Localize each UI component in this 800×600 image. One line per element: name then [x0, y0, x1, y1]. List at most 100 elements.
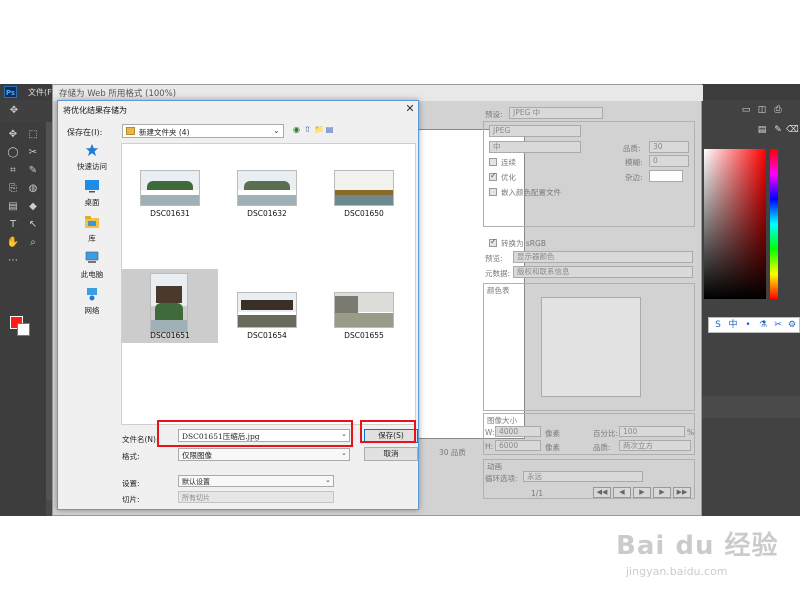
- resample-select[interactable]: 两次立方: [619, 440, 691, 451]
- stamp-tool-icon[interactable]: ⎘: [5, 182, 21, 196]
- move-tool-icon[interactable]: ✥: [5, 128, 21, 142]
- close-icon[interactable]: ✕: [402, 102, 418, 116]
- places-bar: 快速访问 桌面 库 此电脑 网络: [63, 141, 121, 419]
- menu-file[interactable]: 文件(F): [28, 87, 55, 98]
- file-thumbnail[interactable]: DSC01632: [219, 162, 315, 236]
- view-menu-icon[interactable]: ▤: [325, 125, 334, 135]
- width-input[interactable]: 4000: [495, 426, 541, 437]
- quality-input[interactable]: 30: [649, 141, 689, 153]
- ime-scissors-icon[interactable]: ✂: [771, 319, 785, 332]
- matte-label: 杂边:: [625, 173, 643, 182]
- place-this-pc[interactable]: 此电脑: [63, 251, 121, 287]
- gradient-tool-icon[interactable]: ▤: [5, 200, 21, 214]
- image-size-label: 图像大小: [487, 416, 517, 425]
- slices-label: 切片:: [122, 495, 140, 504]
- slice-tool-icon[interactable]: ⌗: [5, 164, 21, 178]
- filename-highlight: [157, 420, 353, 447]
- width-unit: 像素: [545, 429, 560, 438]
- panel-icon[interactable]: ⌫: [786, 124, 799, 136]
- resample-label: 品质:: [593, 443, 611, 452]
- back-icon[interactable]: ◉: [292, 125, 301, 135]
- format-select[interactable]: 仅限图像 ⌄: [178, 448, 350, 461]
- layers-panel-row: [700, 396, 800, 418]
- percent-unit: %: [687, 428, 695, 437]
- settings-select[interactable]: 默认设置 ⌄: [178, 475, 334, 487]
- file-list: DSC01631 DSC01632 DSC01650 DSC01651 DSC0…: [121, 143, 416, 425]
- eraser-tool-icon[interactable]: ◍: [25, 182, 41, 196]
- place-quick-access[interactable]: 快速访问: [63, 143, 121, 179]
- move-tool-icon[interactable]: ✥: [6, 104, 22, 118]
- ime-chinese-icon[interactable]: 中: [726, 319, 740, 332]
- play-button[interactable]: ▶: [633, 487, 651, 498]
- background-color-swatch[interactable]: [17, 323, 30, 336]
- brush-tool-icon[interactable]: ✎: [25, 164, 41, 178]
- color-table-label: 颜色表: [487, 286, 510, 295]
- format-select[interactable]: JPEG: [489, 125, 581, 137]
- prev-frame-button[interactable]: ◀: [613, 487, 631, 498]
- settings-label: 设置:: [122, 479, 140, 488]
- loop-select[interactable]: 永远: [523, 471, 643, 482]
- blur-input[interactable]: 0: [649, 155, 689, 167]
- path-select-tool-icon[interactable]: ↖: [25, 218, 41, 232]
- ime-settings-icon[interactable]: ⚙: [785, 319, 799, 332]
- convert-srgb-label: 转换为 sRGB: [501, 239, 546, 248]
- file-thumbnail[interactable]: DSC01650: [316, 162, 412, 236]
- file-name: DSC01651: [150, 331, 190, 340]
- network-icon: [87, 288, 97, 301]
- place-desktop[interactable]: 桌面: [63, 179, 121, 215]
- ime-punct-icon[interactable]: •: [741, 319, 755, 332]
- baidu-watermark-url: jingyan.baidu.com: [626, 565, 728, 578]
- marquee-tool-icon[interactable]: ⬚: [25, 128, 41, 142]
- place-label: 网络: [84, 306, 100, 315]
- panel-icon[interactable]: ◫: [756, 104, 768, 116]
- new-folder-icon[interactable]: 📁: [314, 125, 324, 135]
- panel-icon[interactable]: ▭: [740, 104, 752, 116]
- save-button-highlight: [360, 420, 416, 443]
- crop-tool-icon[interactable]: ✂: [25, 146, 41, 160]
- panel-icon[interactable]: ✎: [772, 124, 784, 136]
- convert-srgb-checkbox[interactable]: [489, 237, 497, 247]
- file-thumbnail[interactable]: DSC01654: [219, 284, 315, 358]
- place-network[interactable]: 网络: [63, 287, 121, 323]
- hand-tool-icon[interactable]: ✋: [5, 236, 21, 250]
- slices-select[interactable]: 所有切片: [178, 491, 334, 503]
- folder-select[interactable]: 新建文件夹 (4) ⌄: [122, 124, 284, 138]
- desktop-icon: [85, 180, 99, 193]
- zoom-tool-icon[interactable]: ⌕: [25, 236, 41, 250]
- cancel-button[interactable]: 取消: [364, 447, 418, 461]
- hue-slider[interactable]: [770, 149, 778, 299]
- percent-input[interactable]: 100: [619, 426, 685, 437]
- file-thumbnail[interactable]: DSC01631: [122, 162, 218, 236]
- photo-thumbnail: [150, 273, 188, 333]
- matte-swatch[interactable]: [649, 170, 683, 182]
- percent-label: 百分比:: [593, 429, 619, 438]
- panel-icon[interactable]: ▤: [756, 124, 768, 136]
- first-frame-button[interactable]: ◀◀: [593, 487, 611, 498]
- preview-select[interactable]: 显示器颜色: [513, 251, 693, 263]
- color-picker-field[interactable]: [704, 149, 766, 299]
- file-thumbnail[interactable]: DSC01655: [316, 284, 412, 358]
- next-frame-button[interactable]: ▶: [653, 487, 671, 498]
- embed-profile-checkbox[interactable]: [489, 188, 497, 196]
- place-library[interactable]: 库: [63, 215, 121, 251]
- metadata-select[interactable]: 版权和联系信息: [513, 266, 693, 278]
- up-folder-icon[interactable]: ⇧: [303, 125, 312, 135]
- optimized-checkbox[interactable]: [489, 171, 497, 181]
- animation-label: 动画: [487, 462, 502, 471]
- pen-tool-icon[interactable]: ◆: [25, 200, 41, 214]
- ime-logo-icon[interactable]: S: [711, 319, 725, 332]
- more-tools-icon[interactable]: ⋯: [5, 254, 21, 268]
- photo-thumbnail: [334, 292, 394, 328]
- panel-icon[interactable]: ⎙: [772, 104, 784, 116]
- progressive-checkbox[interactable]: [489, 158, 497, 166]
- height-input[interactable]: 6000: [495, 440, 541, 451]
- file-thumbnail-selected[interactable]: DSC01651: [122, 269, 218, 343]
- ime-tools-icon[interactable]: ⚗: [756, 319, 770, 332]
- embed-profile-label: 嵌入颜色配置文件: [501, 188, 561, 197]
- type-tool-icon[interactable]: T: [5, 218, 21, 232]
- filename-label: 文件名(N):: [122, 435, 159, 444]
- last-frame-button[interactable]: ▶▶: [673, 487, 691, 498]
- preset-select[interactable]: JPEG 中: [509, 107, 603, 119]
- quality-preset-select[interactable]: 中: [489, 141, 581, 153]
- lasso-tool-icon[interactable]: ◯: [5, 146, 21, 160]
